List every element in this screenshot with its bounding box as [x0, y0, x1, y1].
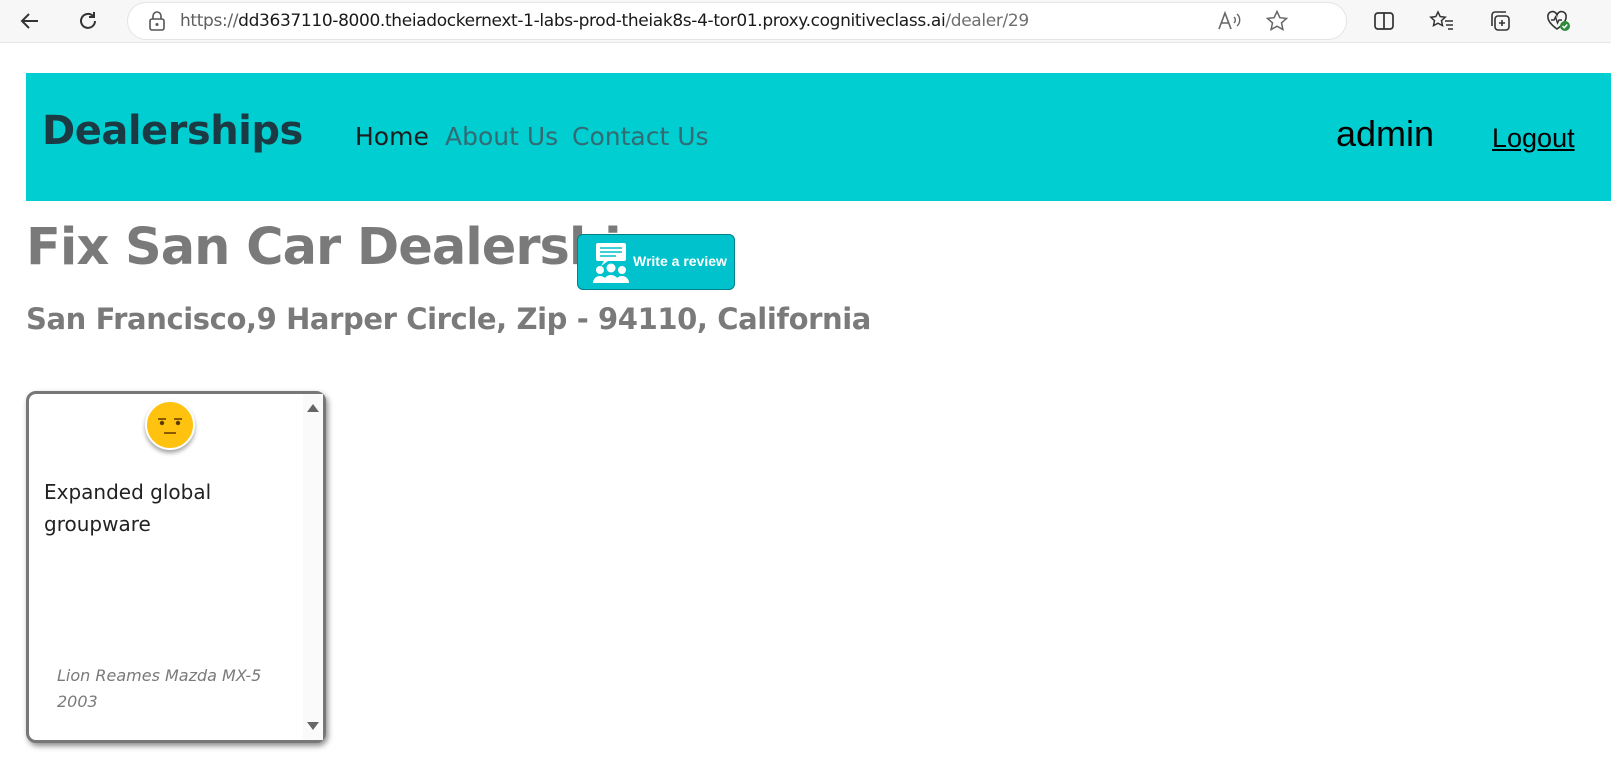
scroll-up-arrow-icon[interactable]: [307, 404, 319, 412]
username-label: admin: [1336, 113, 1435, 154]
address-bar[interactable]: https://dd3637110-8000.theiadockernext-1…: [128, 3, 1346, 39]
scroll-down-arrow-icon[interactable]: [307, 722, 319, 730]
review-people-icon: [593, 243, 629, 283]
nav-link-home[interactable]: Home: [355, 122, 429, 151]
logout-link[interactable]: Logout: [1492, 123, 1575, 154]
write-review-label: Write a review: [633, 253, 727, 269]
browser-toolbar: https://dd3637110-8000.theiadockernext-1…: [0, 0, 1611, 43]
brand-title[interactable]: Dealerships: [42, 108, 303, 154]
collections-icon[interactable]: [1486, 7, 1514, 35]
review-car-model: Lion Reames Mazda MX-5: [57, 666, 262, 685]
review-text: Expanded global groupware: [44, 480, 212, 536]
refresh-icon[interactable]: [74, 7, 102, 35]
review-card: Expanded global groupware Lion Reames Ma…: [26, 391, 326, 743]
review-car-year: 2003: [57, 692, 98, 711]
neutral-face-icon: [145, 400, 195, 450]
back-icon[interactable]: [16, 7, 44, 35]
navbar: Dealerships Home About Us Contact Us adm…: [26, 73, 1611, 201]
review-car-info: Lion Reames Mazda MX-5 2003: [57, 663, 277, 715]
url-text[interactable]: https://dd3637110-8000.theiadockernext-1…: [180, 3, 1029, 39]
favorite-star-icon[interactable]: [1265, 9, 1289, 39]
read-aloud-icon[interactable]: [1216, 9, 1242, 39]
dealer-address: San Francisco,9 Harper Circle, Zip - 941…: [26, 302, 871, 336]
nav-link-contact-us[interactable]: Contact Us: [572, 122, 709, 151]
favorites-icon[interactable]: [1428, 7, 1456, 35]
review-scrollbar[interactable]: [303, 394, 323, 740]
lock-icon[interactable]: [148, 11, 166, 31]
write-review-button[interactable]: Write a review: [577, 234, 735, 290]
split-screen-icon[interactable]: [1370, 7, 1398, 35]
nav-link-about-us[interactable]: About Us: [445, 122, 558, 151]
dealer-name-heading: Fix San Car Dealership: [26, 218, 657, 277]
browser-essentials-icon[interactable]: [1544, 7, 1572, 35]
